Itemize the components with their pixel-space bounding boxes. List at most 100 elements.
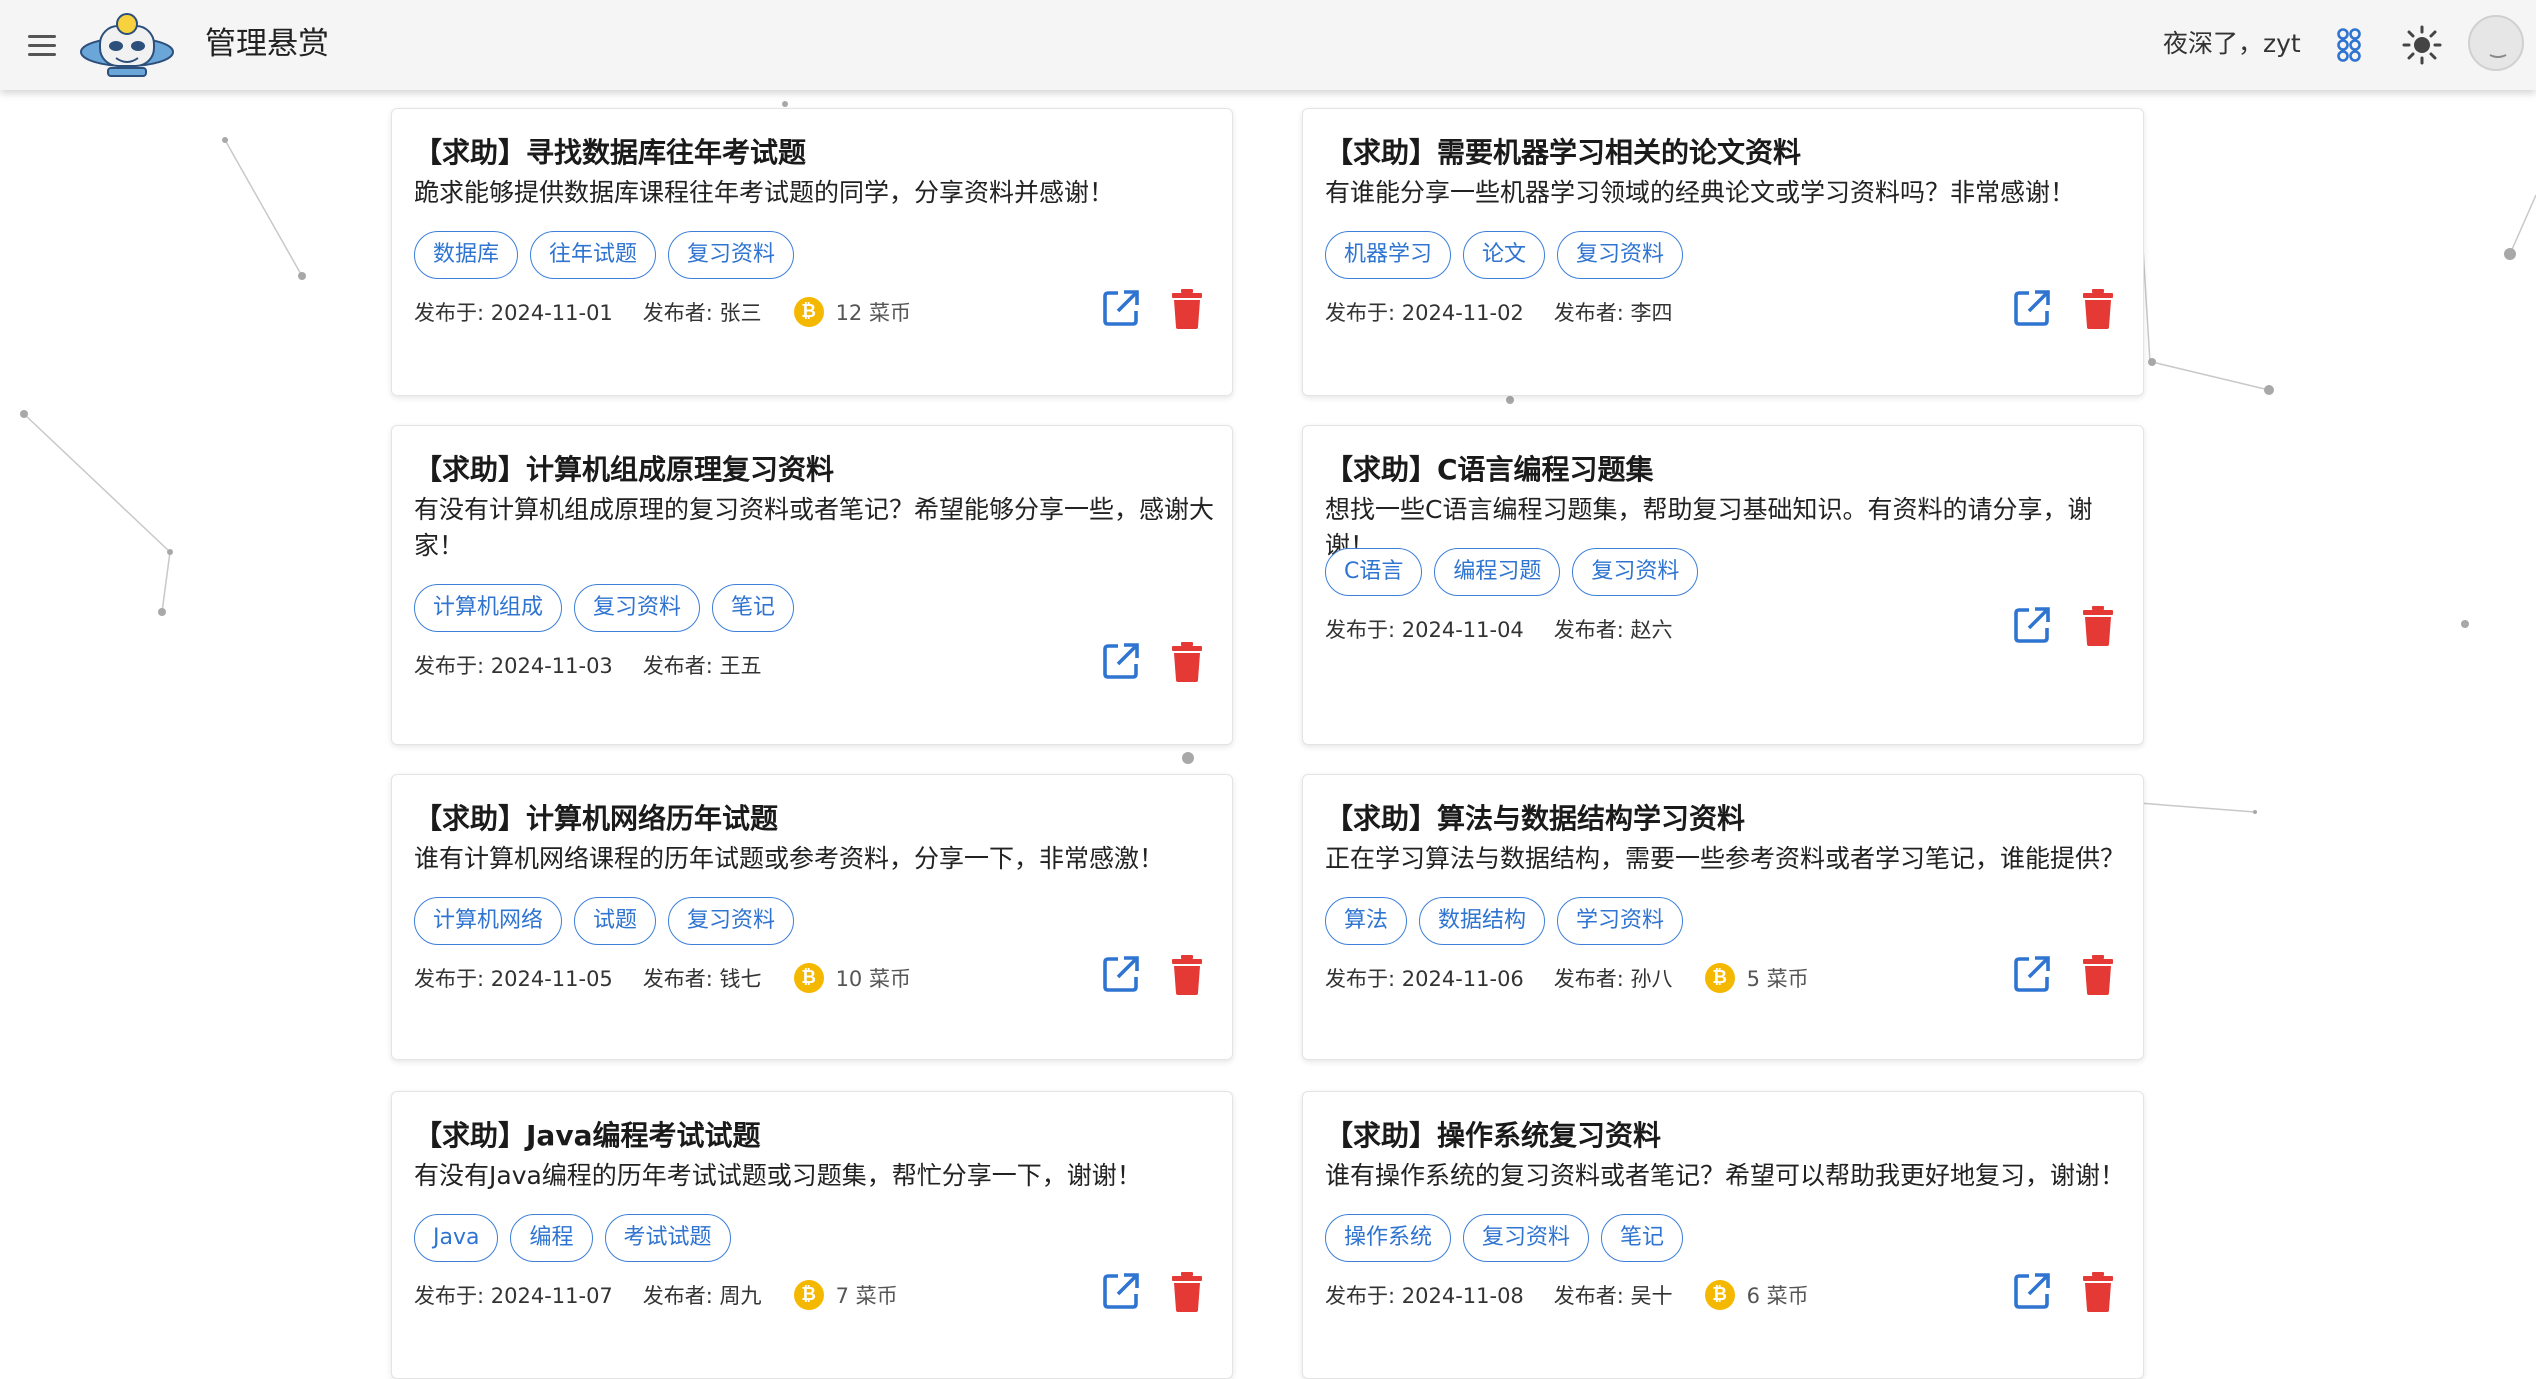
publisher: 发布者: 周九 bbox=[642, 1284, 762, 1308]
reward-amount: 6 菜币 bbox=[1746, 1284, 1809, 1308]
menu-icon[interactable] bbox=[22, 25, 62, 65]
card-meta: 发布于: 2024-11-06 发布者: 孙八 ₿ 5 菜币 bbox=[1325, 963, 1809, 993]
bounty-grid: 【求助】寻找数据库往年考试题 跪求能够提供数据库课程往年考试题的同学，分享资料并感… bbox=[0, 0, 2536, 1379]
tag-list: 计算机网络 试题 复习资料 bbox=[414, 897, 795, 945]
app-logo bbox=[80, 13, 174, 77]
tag-chip[interactable]: 试题 bbox=[574, 897, 657, 945]
bounty-card[interactable]: 【求助】需要机器学习相关的论文资料 有谁能分享一些机器学习领域的经典论文或学习资料… bbox=[1302, 108, 2144, 396]
card-description: 谁有计算机网络课程的历年试题或参考资料，分享一下，非常感激！ bbox=[414, 844, 1165, 873]
card-title: 【求助】计算机组成原理复习资料 bbox=[414, 453, 835, 486]
tag-chip[interactable]: 数据库 bbox=[414, 231, 519, 279]
tag-chip[interactable]: 复习资料 bbox=[1557, 231, 1684, 279]
tag-chip[interactable]: 复习资料 bbox=[574, 584, 701, 632]
tag-chip[interactable]: 复习资料 bbox=[1463, 1214, 1590, 1262]
tag-chip[interactable]: 往年试题 bbox=[530, 231, 657, 279]
open-in-new-icon[interactable] bbox=[2009, 1268, 2055, 1314]
publisher: 发布者: 赵六 bbox=[1553, 618, 1673, 642]
tag-chip[interactable]: 考试试题 bbox=[604, 1214, 731, 1262]
avatar[interactable] bbox=[2468, 15, 2524, 71]
sun-icon[interactable] bbox=[2399, 22, 2445, 68]
card-title: 【求助】C语言编程习题集 bbox=[1325, 453, 1654, 486]
tag-list: 计算机组成 复习资料 笔记 bbox=[414, 584, 795, 632]
open-in-new-icon[interactable] bbox=[1098, 638, 1144, 684]
card-title: 【求助】算法与数据结构学习资料 bbox=[1325, 802, 1746, 835]
publisher: 发布者: 钱七 bbox=[642, 967, 762, 991]
bounty-card[interactable]: 【求助】操作系统复习资料谁有操作系统的复习资料或者笔记？希望可以帮助我更好地复习… bbox=[1302, 1091, 2144, 1379]
publish-date: 发布于: 2024-11-06 bbox=[1325, 967, 1524, 991]
trash-icon[interactable] bbox=[1164, 638, 1210, 684]
card-meta: 发布于: 2024-11-05 发布者: 钱七 ₿ 10 菜币 bbox=[414, 963, 911, 993]
tag-chip[interactable]: 笔记 bbox=[1601, 1214, 1684, 1262]
publish-date: 发布于: 2024-11-04 bbox=[1325, 618, 1524, 642]
trash-icon[interactable] bbox=[2075, 285, 2121, 331]
card-description: 有没有计算机组成原理的复习资料或者笔记？希望能够分享一些，感谢大家！ bbox=[414, 495, 1215, 560]
open-in-new-icon[interactable] bbox=[1098, 951, 1144, 997]
card-description: 跪求能够提供数据库课程往年考试题的同学，分享资料并感谢！ bbox=[414, 178, 1115, 207]
bitcoin-icon: ₿ bbox=[1704, 963, 1735, 993]
reward: ₿ 10 菜币 bbox=[793, 963, 911, 993]
app-bar: 管理悬赏 夜深了，zyt bbox=[0, 0, 2536, 90]
bounty-card[interactable]: 【求助】Java编程考试试题 有没有Java编程的历年考试试题或习题集，帮忙分享一… bbox=[391, 1091, 1233, 1379]
tag-chip[interactable]: 论文 bbox=[1463, 231, 1546, 279]
card-meta: 发布于: 2024-11-04 发布者: 赵六 bbox=[1325, 614, 1705, 644]
card-description: 正在学习算法与数据结构，需要一些参考资料或者学习笔记，谁能提供？ bbox=[1325, 844, 2126, 873]
open-in-new-icon[interactable] bbox=[2009, 602, 2055, 648]
tag-chip[interactable]: 操作系统 bbox=[1325, 1214, 1452, 1262]
trash-icon[interactable] bbox=[1164, 951, 1210, 997]
publish-date: 发布于: 2024-11-02 bbox=[1325, 301, 1524, 325]
card-description: 谁有操作系统的复习资料或者笔记？希望可以帮助我更好地复习，谢谢！ bbox=[1325, 1161, 2126, 1190]
tag-chip[interactable]: 编程 bbox=[510, 1214, 593, 1262]
open-in-new-icon[interactable] bbox=[1098, 1268, 1144, 1314]
tag-chip[interactable]: 数据结构 bbox=[1419, 897, 1546, 945]
open-in-new-icon[interactable] bbox=[2009, 951, 2055, 997]
card-description: 有谁能分享一些机器学习领域的经典论文或学习资料吗？非常感谢！ bbox=[1325, 178, 2076, 207]
publisher: 发布者: 孙八 bbox=[1553, 967, 1673, 991]
bitcoin-icon: ₿ bbox=[793, 1280, 824, 1310]
cluster-icon[interactable] bbox=[2326, 22, 2372, 68]
bounty-card[interactable]: 【求助】C语言编程习题集 想找一些C语言编程习题集，帮助复习基础知识。有资料的请分… bbox=[1302, 425, 2144, 745]
tag-chip[interactable]: C语言 bbox=[1325, 548, 1423, 596]
tag-chip[interactable]: 机器学习 bbox=[1325, 231, 1452, 279]
tag-list: 操作系统 复习资料 笔记 bbox=[1325, 1214, 1684, 1262]
tag-chip[interactable]: Java bbox=[414, 1214, 499, 1262]
bounty-card[interactable]: 【求助】计算机网络历年试题 谁有计算机网络课程的历年试题或参考资料，分享一下，非常… bbox=[391, 774, 1233, 1060]
tag-chip[interactable]: 复习资料 bbox=[668, 897, 795, 945]
tag-chip[interactable]: 计算机组成 bbox=[414, 584, 563, 632]
bounty-card[interactable]: 【求助】算法与数据结构学习资料正在学习算法与数据结构，需要一些参考资料或者学习笔… bbox=[1302, 774, 2144, 1060]
tag-list: Java 编程 考试试题 bbox=[414, 1214, 731, 1262]
tag-chip[interactable]: 编程习题 bbox=[1434, 548, 1561, 596]
bounty-card[interactable]: 【求助】寻找数据库往年考试题 跪求能够提供数据库课程往年考试题的同学，分享资料并感… bbox=[391, 108, 1233, 396]
trash-icon[interactable] bbox=[1164, 1268, 1210, 1314]
publisher: 发布者: 李四 bbox=[1553, 301, 1673, 325]
open-in-new-icon[interactable] bbox=[1098, 285, 1144, 331]
bitcoin-icon: ₿ bbox=[1704, 1280, 1735, 1310]
publish-date: 发布于: 2024-11-05 bbox=[414, 967, 613, 991]
tag-chip[interactable]: 笔记 bbox=[712, 584, 795, 632]
tag-chip[interactable]: 复习资料 bbox=[1572, 548, 1699, 596]
bitcoin-icon: ₿ bbox=[793, 963, 824, 993]
tag-list: 机器学习 论文 复习资料 bbox=[1325, 231, 1684, 279]
publish-date: 发布于: 2024-11-03 bbox=[414, 654, 613, 678]
card-meta: 发布于: 2024-11-02 发布者: 李四 bbox=[1325, 297, 1705, 327]
trash-icon[interactable] bbox=[2075, 1268, 2121, 1314]
card-meta: 发布于: 2024-11-08 发布者: 吴十 ₿ 6 菜币 bbox=[1325, 1280, 1809, 1310]
greeting-text: 夜深了，zyt bbox=[2163, 29, 2301, 58]
tag-list: 算法 数据结构 学习资料 bbox=[1325, 897, 1684, 945]
tag-chip[interactable]: 计算机网络 bbox=[414, 897, 563, 945]
publish-date: 发布于: 2024-11-07 bbox=[414, 1284, 613, 1308]
trash-icon[interactable] bbox=[2075, 602, 2121, 648]
tag-chip[interactable]: 复习资料 bbox=[668, 231, 795, 279]
bounty-card[interactable]: 【求助】计算机组成原理复习资料有没有计算机组成原理的复习资料或者笔记？希望能够分… bbox=[391, 425, 1233, 745]
reward-amount: 7 菜币 bbox=[835, 1284, 898, 1308]
reward: ₿ 7 菜币 bbox=[793, 1280, 898, 1310]
card-title: 【求助】Java编程考试试题 bbox=[414, 1119, 761, 1152]
trash-icon[interactable] bbox=[2075, 951, 2121, 997]
tag-list: 数据库 往年试题 复习资料 bbox=[414, 231, 795, 279]
publisher: 发布者: 吴十 bbox=[1553, 1284, 1673, 1308]
open-in-new-icon[interactable] bbox=[2009, 285, 2055, 331]
card-meta: 发布于: 2024-11-01 发布者: 张三 ₿ 12 菜币 bbox=[414, 297, 911, 327]
tag-chip[interactable]: 算法 bbox=[1325, 897, 1408, 945]
card-title: 【求助】操作系统复习资料 bbox=[1325, 1119, 1662, 1152]
trash-icon[interactable] bbox=[1164, 285, 1210, 331]
tag-chip[interactable]: 学习资料 bbox=[1557, 897, 1684, 945]
